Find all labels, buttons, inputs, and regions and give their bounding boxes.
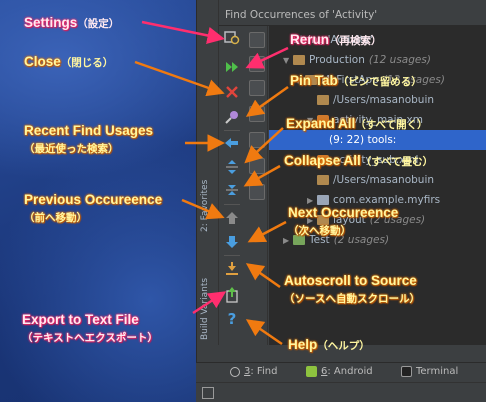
recent-find-usages-annotation-en: Recent Find Usages bbox=[24, 123, 154, 138]
collapse-all-annotation: Collapse All（すべて畳む） bbox=[284, 152, 433, 170]
previous-occurrence-annotation: Previous Occureence （前へ移動） bbox=[24, 192, 162, 225]
help-arrow bbox=[245, 319, 283, 346]
close-annotation: Close（閉じる） bbox=[24, 53, 113, 71]
export-annotation-ja: （テキストへエクスポート） bbox=[22, 332, 158, 344]
pin-tab-annotation: Pin Tab（ピンで留める） bbox=[290, 72, 422, 90]
help-annotation-ja: （ヘルプ） bbox=[317, 340, 370, 352]
previous-occurrence-annotation-ja: （前へ移動） bbox=[24, 212, 87, 224]
close-annotation-en: Close bbox=[24, 54, 61, 69]
next-occurrence-annotation-ja: （次へ移動） bbox=[288, 225, 351, 237]
export-arrow bbox=[192, 291, 227, 315]
rerun-annotation-ja: （再検索） bbox=[329, 35, 382, 47]
autoscroll-annotation: Autoscroll to Source （ソースへ自動スクロール） bbox=[284, 273, 420, 306]
next-occurrence-annotation-en: Next Occureence bbox=[288, 205, 399, 220]
collapse-all-annotation-ja: （すべて畳む） bbox=[360, 156, 434, 168]
help-annotation-en: Help bbox=[288, 337, 318, 352]
recent-find-usages-annotation: Recent Find Usages （最近使った検索） bbox=[24, 123, 153, 156]
export-annotation: Export to Text File （テキストへエクスポート） bbox=[22, 312, 158, 345]
rerun-annotation: Rerun（再検索） bbox=[290, 31, 382, 49]
pin-tab-annotation-en: Pin Tab bbox=[290, 73, 338, 88]
autoscroll-arrow bbox=[245, 263, 281, 289]
settings-annotation-en: Settings bbox=[24, 15, 78, 30]
next-occurrence-annotation: Next Occureence （次へ移動） bbox=[288, 205, 398, 238]
collapse-all-annotation-en: Collapse All bbox=[284, 153, 361, 168]
expand-all-annotation-en: Expand All bbox=[286, 116, 356, 131]
pin-arrow bbox=[245, 85, 289, 117]
export-annotation-en: Export to Text File bbox=[22, 312, 139, 327]
expand-all-annotation: Expand All（すべて開く） bbox=[286, 115, 428, 133]
previous-arrow bbox=[181, 198, 225, 220]
settings-arrow bbox=[141, 20, 225, 45]
autoscroll-annotation-en: Autoscroll to Source bbox=[284, 273, 417, 288]
rerun-arrow bbox=[245, 46, 289, 69]
settings-annotation: Settings（設定） bbox=[24, 14, 119, 32]
expand-arrow bbox=[244, 127, 284, 164]
autoscroll-annotation-ja: （ソースへ自動スクロール） bbox=[284, 293, 420, 305]
pin-tab-annotation-ja: （ピンで留める） bbox=[337, 76, 422, 88]
help-annotation: Help（ヘルプ） bbox=[288, 336, 370, 354]
collapse-arrow bbox=[243, 164, 281, 187]
close-annotation-ja: （閉じる） bbox=[60, 57, 114, 69]
expand-all-annotation-ja: （すべて開く） bbox=[355, 119, 428, 131]
settings-annotation-ja: （設定） bbox=[77, 18, 120, 30]
rerun-annotation-en: Rerun bbox=[290, 32, 330, 47]
close-arrow bbox=[134, 60, 225, 97]
next-arrow bbox=[247, 220, 287, 243]
recent-find-usages-annotation-ja: （最近使った検索） bbox=[24, 143, 119, 155]
previous-occurrence-annotation-en: Previous Occureence bbox=[24, 192, 163, 207]
